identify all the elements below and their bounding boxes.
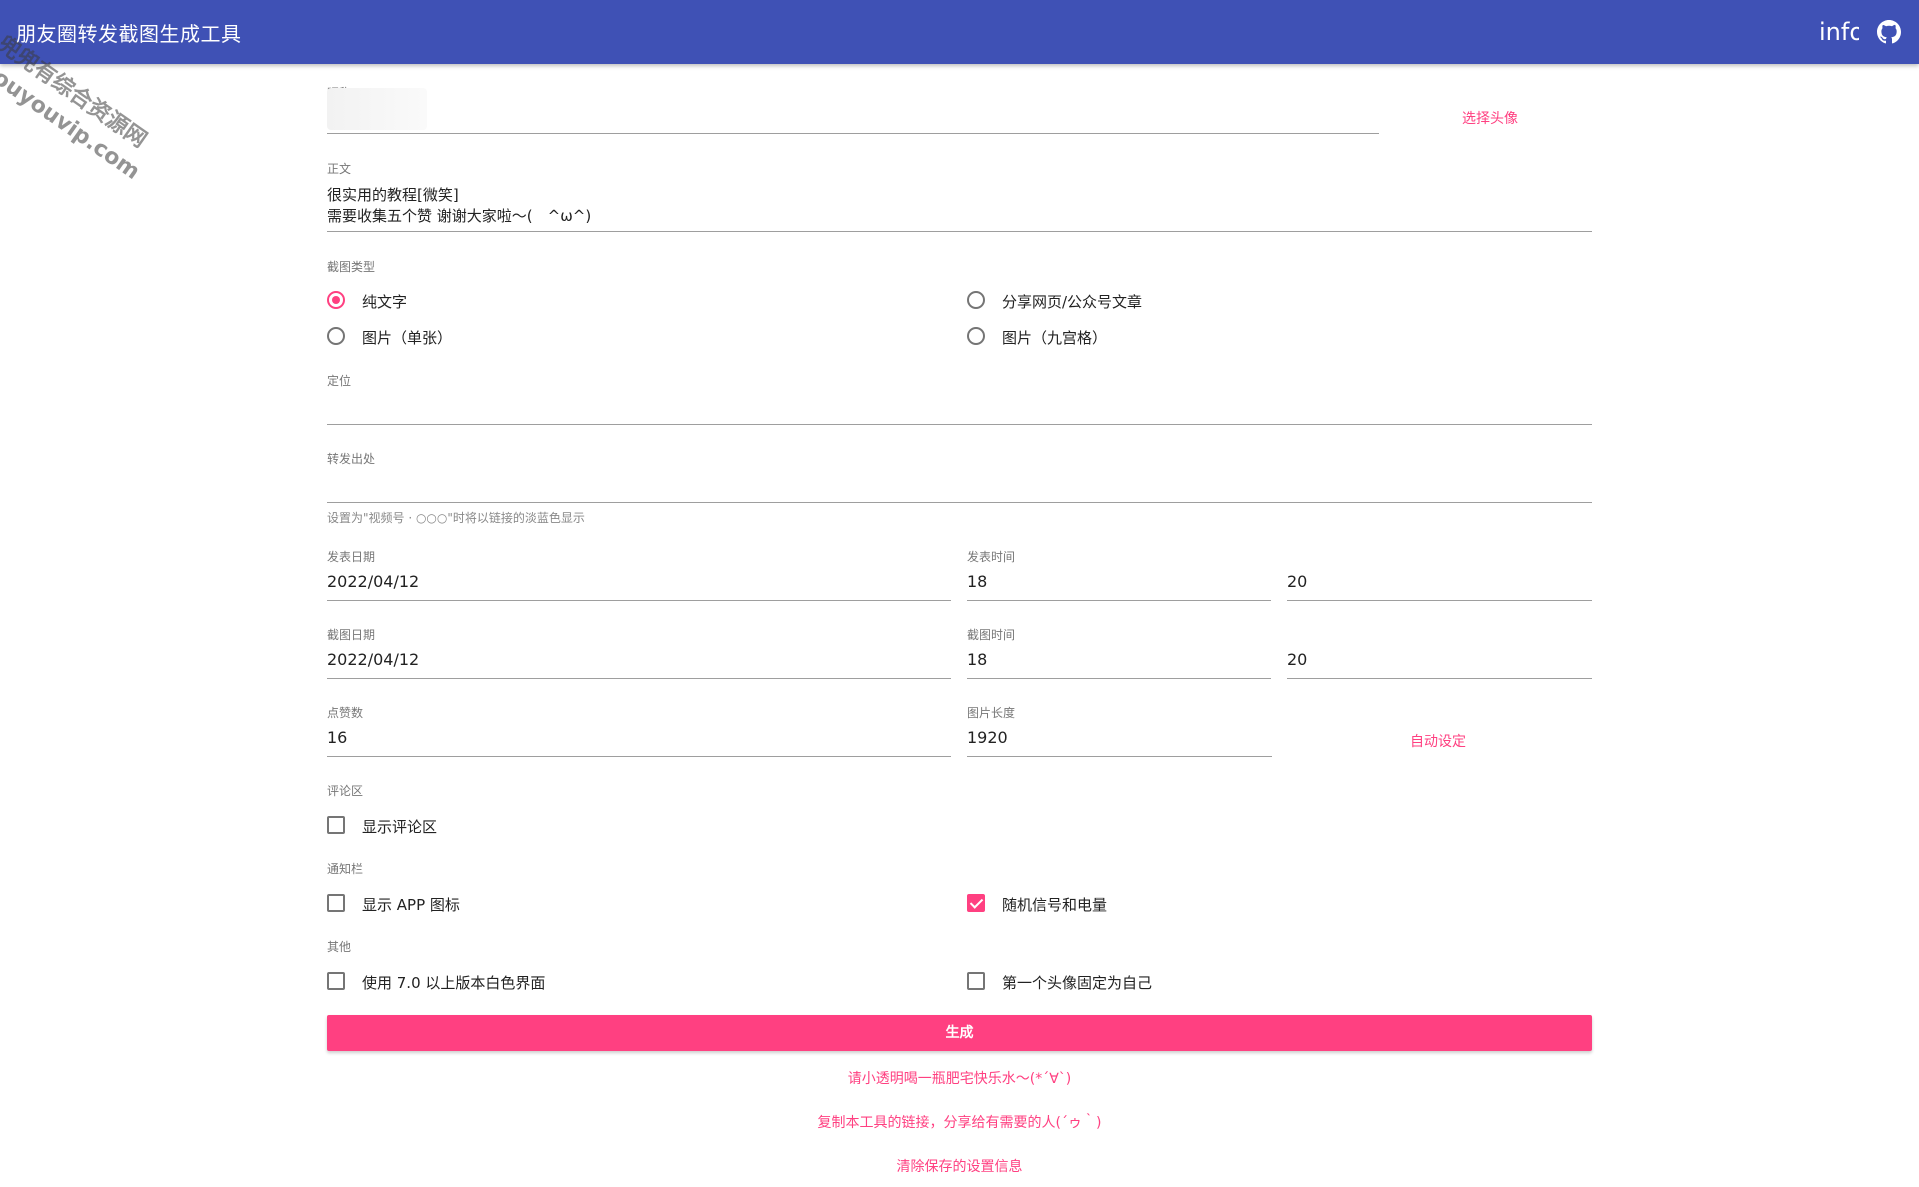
radio-nine-grid-label: 图片（九宫格） — [1002, 329, 1108, 347]
publish-time-label: 发表时间 — [967, 550, 1016, 564]
likes-underline — [327, 756, 951, 757]
radio-share-webpage[interactable] — [967, 291, 985, 309]
radio-single-image-label: 图片（单张） — [362, 329, 453, 347]
watermark-line2: douyouvip.com — [0, 56, 145, 185]
show-app-icon-label: 显示 APP 图标 — [362, 896, 460, 914]
screenshot-type-label: 截图类型 — [327, 260, 376, 274]
show-app-icon-checkbox[interactable] — [327, 894, 345, 912]
location-input[interactable] — [327, 392, 1592, 422]
donate-link[interactable]: 请小透明喝一瓶肥宅快乐水～(*´∀`) — [0, 1068, 1919, 1088]
source-input[interactable] — [327, 470, 1592, 500]
other-label: 其他 — [327, 940, 352, 954]
source-underline — [327, 502, 1592, 503]
publish-minute-input[interactable]: 20 — [1287, 572, 1307, 591]
capture-hour-underline — [967, 678, 1271, 679]
body-textarea-line2[interactable]: 需要收集五个赞 谢谢大家啦～( ^ω^) — [327, 205, 591, 226]
github-icon[interactable] — [1877, 20, 1901, 44]
capture-date-underline — [327, 678, 951, 679]
capture-time-label: 截图时间 — [967, 628, 1016, 642]
radio-nine-grid[interactable] — [967, 327, 985, 345]
source-label: 转发出处 — [327, 452, 376, 466]
publish-date-input[interactable]: 2022/04/12 — [327, 572, 419, 591]
app-title: 朋友圈转发截图生成工具 — [16, 21, 242, 46]
publish-minute-underline — [1287, 600, 1592, 601]
body-textarea-line1[interactable]: 很实用的教程[微笑] — [327, 184, 459, 205]
choose-avatar-button[interactable]: 选择头像 — [1462, 108, 1518, 128]
info-button[interactable]: info — [1819, 18, 1859, 46]
radio-single-image[interactable] — [327, 327, 345, 345]
capture-date-label: 截图日期 — [327, 628, 376, 642]
radio-text-only[interactable] — [327, 291, 345, 309]
location-label: 定位 — [327, 374, 352, 388]
white-ui-label: 使用 7.0 以上版本白色界面 — [362, 974, 546, 992]
radio-text-only-label: 纯文字 — [362, 293, 408, 311]
radio-share-webpage-label: 分享网页/公众号文章 — [1002, 293, 1143, 311]
first-avatar-self-checkbox[interactable] — [967, 972, 985, 990]
body-underline — [327, 231, 1592, 232]
capture-date-input[interactable]: 2022/04/12 — [327, 650, 419, 669]
publish-date-underline — [327, 600, 951, 601]
source-helper-text: 设置为"视频号 · ○○○"时将以链接的淡蓝色显示 — [327, 511, 585, 525]
app-bar: 朋友圈转发截图生成工具 info — [0, 0, 1919, 64]
nickname-underline — [327, 133, 1379, 134]
publish-hour-underline — [967, 600, 1271, 601]
publish-hour-input[interactable]: 18 — [967, 572, 987, 591]
likes-label: 点赞数 — [327, 706, 364, 720]
share-link[interactable]: 复制本工具的链接，分享给有需要的人(´ゥ｀) — [0, 1112, 1919, 1132]
likes-input[interactable]: 16 — [327, 728, 347, 747]
random-signal-checkbox[interactable] — [967, 894, 985, 912]
random-signal-label: 随机信号和电量 — [1002, 896, 1108, 914]
first-avatar-self-label: 第一个头像固定为自己 — [1002, 974, 1153, 992]
auto-set-button[interactable]: 自动设定 — [1410, 731, 1466, 751]
white-ui-checkbox[interactable] — [327, 972, 345, 990]
capture-hour-input[interactable]: 18 — [967, 650, 987, 669]
show-comments-checkbox[interactable] — [327, 816, 345, 834]
status-bar-label: 通知栏 — [327, 862, 364, 876]
capture-minute-underline — [1287, 678, 1592, 679]
generate-button[interactable]: 生成 — [327, 1015, 1592, 1051]
image-length-label: 图片长度 — [967, 706, 1016, 720]
image-length-input[interactable]: 1920 — [967, 728, 1008, 747]
nickname-input[interactable] — [327, 88, 427, 130]
capture-minute-input[interactable]: 20 — [1287, 650, 1307, 669]
location-underline — [327, 424, 1592, 425]
image-length-underline — [967, 756, 1272, 757]
body-label: 正文 — [327, 162, 352, 176]
publish-date-label: 发表日期 — [327, 550, 376, 564]
clear-settings-link[interactable]: 清除保存的设置信息 — [0, 1156, 1919, 1176]
comments-label: 评论区 — [327, 784, 364, 798]
show-comments-label: 显示评论区 — [362, 818, 438, 836]
